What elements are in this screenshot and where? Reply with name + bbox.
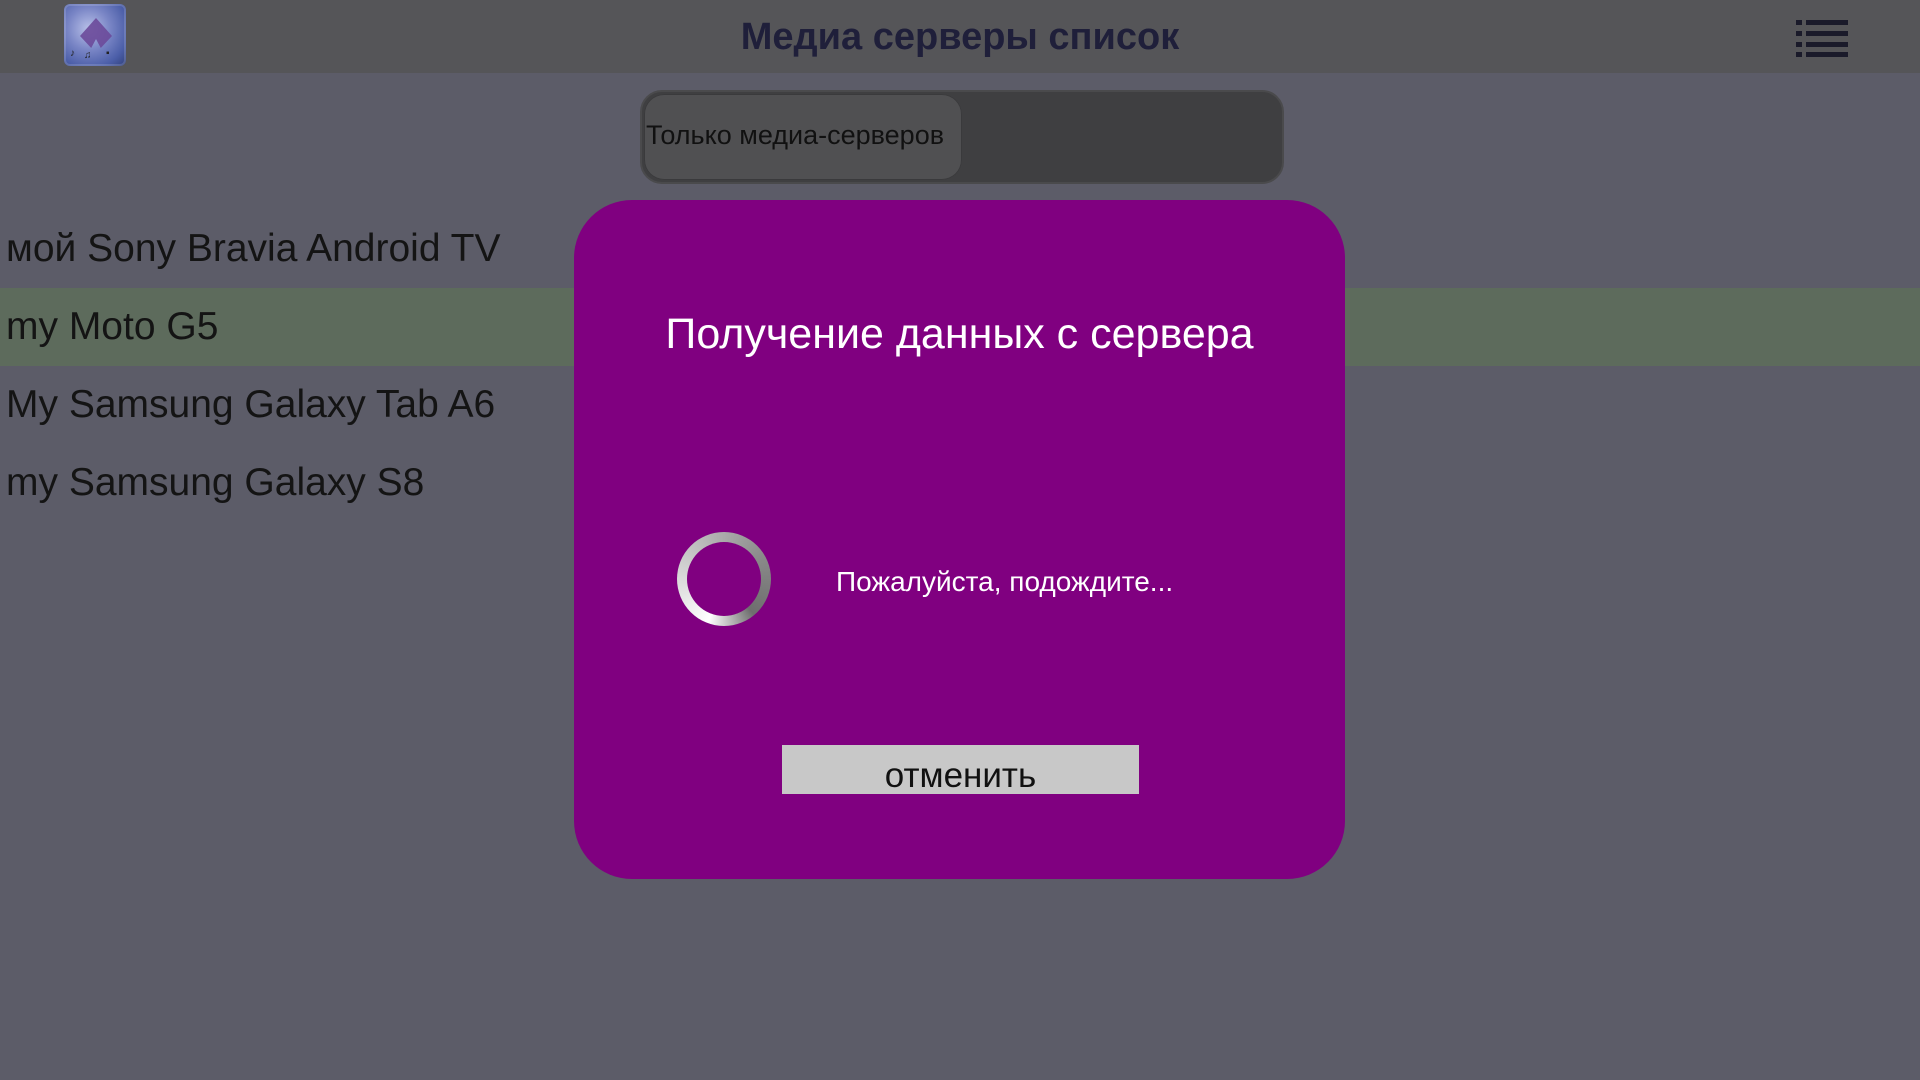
list-menu-icon[interactable] xyxy=(1796,18,1848,57)
cancel-button[interactable]: отменить xyxy=(782,745,1139,795)
toggle-label: Только медиа-серверов xyxy=(646,120,945,150)
dialog-title: Получение данных с сервера xyxy=(665,310,1254,358)
app-header: ♪ ♫ ▪ Медиа серверы список xyxy=(0,0,1920,73)
loading-spinner-icon xyxy=(677,532,771,626)
server-name: my Moto G5 xyxy=(6,305,219,348)
page-title: Медиа серверы список xyxy=(740,16,1180,58)
media-servers-only-toggle[interactable]: Только медиа-серверов xyxy=(640,90,1284,184)
dialog-message: Пожалуйста, подождите... xyxy=(836,566,1174,597)
server-name: My Samsung Galaxy Tab A6 xyxy=(6,383,496,426)
app-screen: ♪ ♫ ▪ Медиа серверы список Только медиа-… xyxy=(0,0,1920,1080)
server-name: мой Sony Bravia Android TV xyxy=(6,227,501,270)
server-name: my Samsung Galaxy S8 xyxy=(6,461,425,504)
loading-dialog: Получение данных с сервера Пожалуйста, п… xyxy=(574,200,1345,879)
